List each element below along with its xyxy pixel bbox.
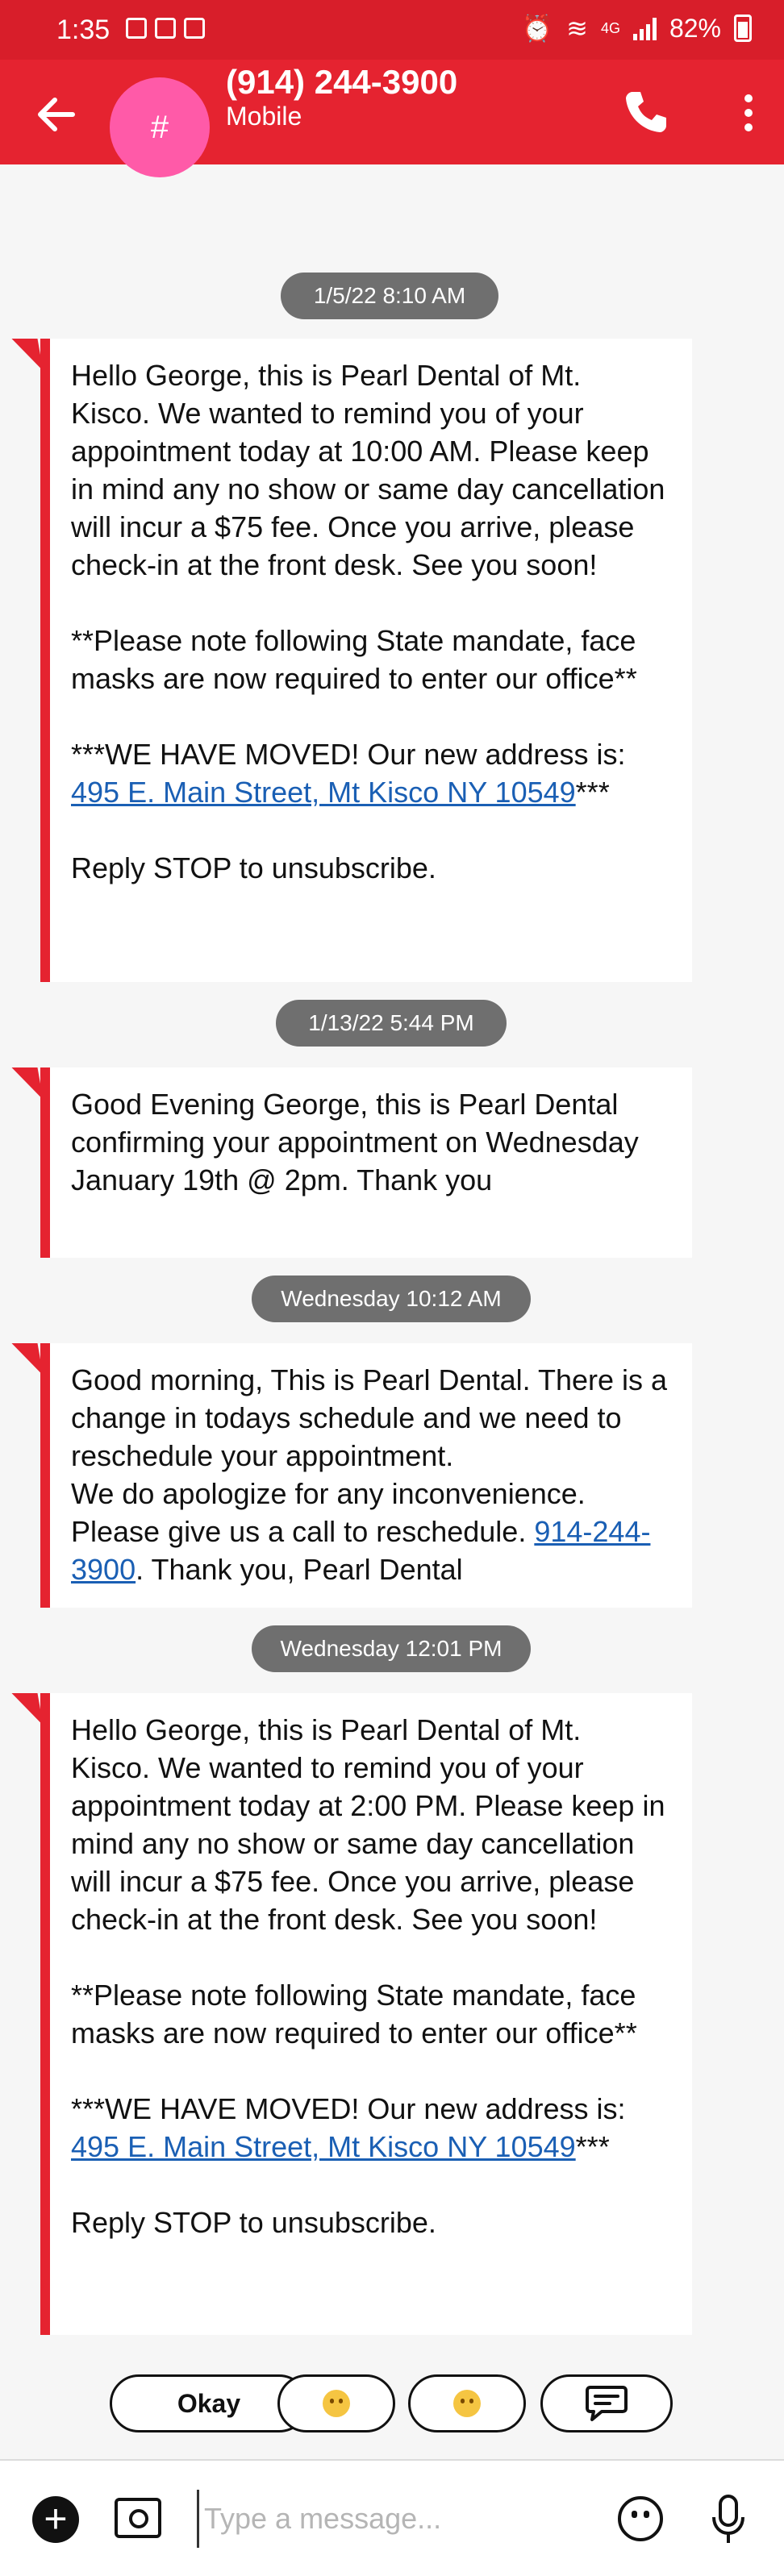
signal-icon (632, 16, 657, 40)
message-bubble[interactable]: Good Evening George, this is Pearl Denta… (40, 1067, 692, 1258)
timestamp-chip: 1/13/22 5:44 PM (276, 1000, 507, 1047)
message-text: Hello George, this is Pearl Dental of Mt… (71, 1713, 673, 1936)
network-label: 4G (600, 19, 620, 36)
timestamp-chip: Wednesday 12:01 PM (252, 1625, 531, 1672)
address-link[interactable]: 495 E. Main Street, Mt Kisco NY 10549 (71, 2130, 576, 2163)
smart-reply-button[interactable] (540, 2374, 673, 2432)
message-text-part: *** (575, 2130, 610, 2163)
message-text: Good morning, This is Pearl Dental. Ther… (71, 1361, 668, 1588)
message-text: Reply STOP to unsubscribe. (71, 851, 436, 884)
alarm-icon: ⏰ (521, 14, 554, 43)
address-link[interactable]: 495 E. Main Street, Mt Kisco NY 10549 (71, 776, 576, 809)
quick-reply-smile[interactable] (277, 2374, 395, 2432)
conversation-header: # (914) 244-3900 Mobile (0, 60, 784, 177)
message-bubble[interactable]: Good morning, This is Pearl Dental. Ther… (40, 1343, 692, 1608)
battery-percent: 82% (669, 13, 721, 43)
microphone-icon[interactable] (710, 2493, 747, 2546)
app-notification-icon (184, 18, 205, 39)
message-text: **Please note following State mandate, f… (71, 624, 644, 695)
message-bubble[interactable]: Hello George, this is Pearl Dental of Mt… (40, 339, 692, 982)
timestamp-chip: Wednesday 10:12 AM (252, 1276, 531, 1322)
quick-reply-worried[interactable] (408, 2374, 526, 2432)
chat-suggestion-icon (586, 2386, 628, 2421)
worried-face-icon (453, 2390, 481, 2417)
message-bubble[interactable]: Hello George, this is Pearl Dental of Mt… (40, 1693, 692, 2335)
message-text: ***WE HAVE MOVED! Our new address is: 49… (71, 735, 668, 811)
gallery-notification-icon (126, 18, 147, 39)
avatar[interactable]: # (110, 77, 210, 177)
timestamp-chip: 1/5/22 8:10 AM (281, 273, 498, 319)
message-text: Hello George, this is Pearl Dental of Mt… (71, 359, 673, 581)
back-arrow-icon[interactable] (32, 90, 81, 139)
status-bar: 1:35 ⏰ ≋ 4G 82% (0, 0, 784, 60)
message-text-part: ***WE HAVE MOVED! Our new address is: (71, 2092, 634, 2125)
wifi-icon: ≋ (566, 14, 588, 43)
contact-number[interactable]: (914) 244-3900 (226, 63, 457, 102)
more-options-icon[interactable] (732, 89, 765, 137)
notification-icons (126, 18, 205, 39)
message-flag (11, 1343, 44, 1375)
message-input[interactable] (197, 2490, 585, 2548)
status-time: 1:35 (56, 15, 111, 45)
contact-label: Mobile (226, 102, 302, 131)
message-flag (11, 339, 44, 371)
phone-call-icon[interactable] (621, 87, 669, 135)
message-text: **Please note following State mandate, f… (71, 1979, 644, 2050)
message-text: ***WE HAVE MOVED! Our new address is: 49… (71, 2090, 668, 2166)
message-text: Good Evening George, this is Pearl Denta… (71, 1088, 647, 1196)
message-text-part: *** (575, 776, 610, 809)
battery-icon (734, 15, 752, 42)
message-flag (11, 1067, 44, 1100)
message-text-part: . Thank you, Pearl Dental (136, 1553, 463, 1586)
add-attachment-icon[interactable]: + (32, 2496, 79, 2543)
compose-bar: + (0, 2459, 784, 2576)
message-flag (11, 1693, 44, 1725)
message-text-part: ***WE HAVE MOVED! Our new address is: (71, 738, 634, 771)
camera-icon[interactable] (115, 2498, 161, 2538)
status-right: ⏰ ≋ 4G 82% (521, 13, 752, 44)
message-text: Reply STOP to unsubscribe. (71, 2206, 436, 2239)
smiling-face-icon (323, 2390, 350, 2417)
photo-notification-icon (155, 18, 176, 39)
emoji-icon[interactable] (618, 2496, 663, 2541)
